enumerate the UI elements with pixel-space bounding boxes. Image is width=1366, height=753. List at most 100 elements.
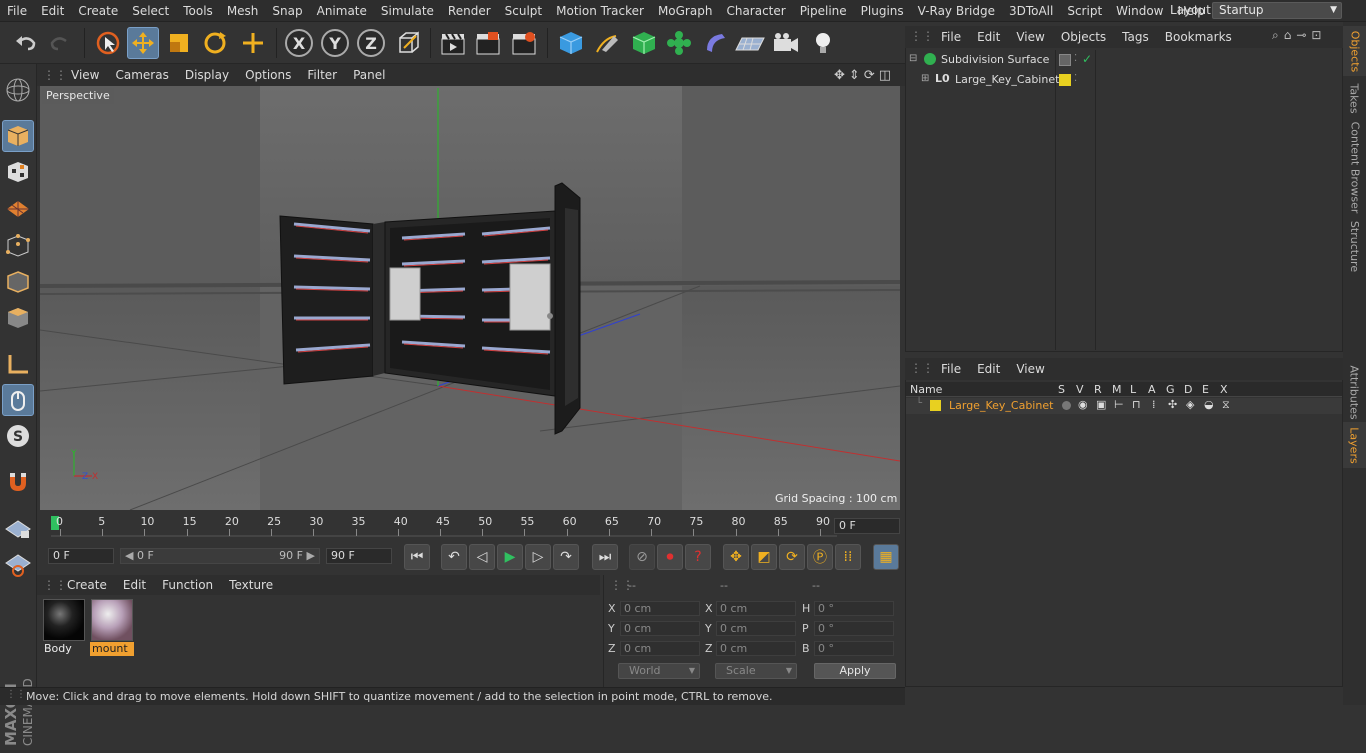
animation-icon[interactable]: ⁞ bbox=[1152, 398, 1156, 411]
go-to-start-button[interactable]: ⏮ bbox=[404, 544, 430, 570]
make-editable-button[interactable] bbox=[2, 74, 34, 106]
menu-pipeline[interactable]: Pipeline bbox=[793, 0, 854, 22]
material-menu-function[interactable]: Function bbox=[154, 578, 221, 592]
scale-tool-button[interactable] bbox=[163, 27, 195, 59]
new-window-icon[interactable]: ⊡ bbox=[1311, 28, 1321, 43]
layer-column-x[interactable]: X bbox=[1220, 382, 1228, 397]
enable-snap-button[interactable] bbox=[2, 466, 34, 498]
coord-input-field[interactable]: 0 cm bbox=[716, 621, 796, 636]
workplane-mode-button[interactable] bbox=[2, 192, 34, 224]
menu-render[interactable]: Render bbox=[441, 0, 498, 22]
material-menu-edit[interactable]: Edit bbox=[115, 578, 154, 592]
cloner-button[interactable] bbox=[663, 27, 695, 59]
maximize-icon[interactable]: ◫ bbox=[879, 68, 891, 83]
layer-menu-file[interactable]: File bbox=[933, 362, 969, 376]
object-menu-tags[interactable]: Tags bbox=[1114, 30, 1157, 44]
coord-input-field[interactable]: 0 ° bbox=[814, 621, 894, 636]
rotate-tool-button[interactable] bbox=[199, 27, 231, 59]
layer-column-name[interactable]: Name bbox=[910, 382, 942, 397]
layer-column-l[interactable]: L bbox=[1130, 382, 1136, 397]
layer-column-g[interactable]: G bbox=[1166, 382, 1175, 397]
tab-structure[interactable]: Structure bbox=[1343, 218, 1366, 274]
texture-mode-button[interactable] bbox=[2, 156, 34, 188]
material-menu-create[interactable]: Create bbox=[59, 578, 115, 592]
menu-character[interactable]: Character bbox=[719, 0, 792, 22]
layer-column-d[interactable]: D bbox=[1184, 382, 1192, 397]
undo-button[interactable] bbox=[10, 27, 42, 59]
camera-button[interactable] bbox=[770, 27, 802, 59]
expressions-icon[interactable]: ◒ bbox=[1204, 398, 1214, 411]
start-frame-field[interactable]: 0 F bbox=[48, 548, 114, 564]
layer-color-swatch[interactable] bbox=[1059, 74, 1071, 86]
tab-takes[interactable]: Takes bbox=[1343, 80, 1366, 116]
layer-menu-edit[interactable]: Edit bbox=[969, 362, 1008, 376]
menu-3dtoall[interactable]: 3DToAll bbox=[1002, 0, 1060, 22]
pan-icon[interactable]: ✥ bbox=[834, 68, 845, 83]
menu-script[interactable]: Script bbox=[1060, 0, 1109, 22]
previous-key-button[interactable]: ↶ bbox=[441, 544, 467, 570]
render-view-button[interactable] bbox=[437, 27, 469, 59]
axis-mode-button[interactable] bbox=[2, 348, 34, 380]
viewport-menu-view[interactable]: View bbox=[63, 68, 107, 82]
spline-pen-button[interactable] bbox=[591, 27, 623, 59]
expand-icon[interactable]: ⊞ bbox=[921, 73, 929, 84]
coord-input-field[interactable]: 0 cm bbox=[620, 601, 700, 616]
planar-workplane-button[interactable] bbox=[2, 548, 34, 580]
menu-sculpt[interactable]: Sculpt bbox=[498, 0, 549, 22]
xref-icon[interactable]: ⧖ bbox=[1222, 398, 1230, 412]
play-button[interactable]: ▶ bbox=[497, 544, 523, 570]
layer-color-swatch[interactable] bbox=[930, 400, 941, 411]
menu-v-ray-bridge[interactable]: V-Ray Bridge bbox=[911, 0, 1002, 22]
layer-column-r[interactable]: R bbox=[1094, 382, 1102, 397]
coord-input-field[interactable]: 0 ° bbox=[814, 601, 894, 616]
recent-tool-button[interactable] bbox=[237, 27, 269, 59]
render-settings-button[interactable] bbox=[508, 27, 540, 59]
viewport-menu-options[interactable]: Options bbox=[237, 68, 299, 82]
lock-icon[interactable]: ⊓ bbox=[1132, 398, 1141, 411]
menu-simulate[interactable]: Simulate bbox=[374, 0, 441, 22]
cube-object-button[interactable] bbox=[555, 27, 587, 59]
render-to-picture-viewer-button[interactable] bbox=[472, 27, 504, 59]
viewport-menu-display[interactable]: Display bbox=[177, 68, 237, 82]
search-icon[interactable]: ⌕ bbox=[1272, 28, 1279, 43]
home-icon[interactable]: ⌂ bbox=[1284, 28, 1292, 43]
coord-input-field[interactable]: 0 cm bbox=[716, 601, 796, 616]
record-keys-button[interactable]: ⊘ bbox=[629, 544, 655, 570]
layer-column-a[interactable]: A bbox=[1148, 382, 1156, 397]
manager-icon[interactable]: ⊢ bbox=[1114, 398, 1124, 411]
tree-item-subdivision-surface[interactable]: ⊟ Subdivision Surface bbox=[908, 52, 1055, 69]
light-button[interactable] bbox=[807, 27, 839, 59]
perspective-viewport[interactable]: Y X Z bbox=[40, 86, 900, 510]
redo-button[interactable] bbox=[44, 27, 76, 59]
tab-layers[interactable]: Layers bbox=[1343, 422, 1366, 468]
menu-window[interactable]: Window bbox=[1109, 0, 1170, 22]
material-menu-texture[interactable]: Texture bbox=[221, 578, 281, 592]
z-axis-lock-button[interactable]: Z bbox=[357, 29, 385, 57]
end-frame-field[interactable]: 90 F bbox=[326, 548, 392, 564]
layer-row[interactable]: └ Large_Key_Cabinet ◉ ▣ ⊢ ⊓ ⁞ ✣ ◈ ◒ ⧖ bbox=[906, 398, 1342, 414]
back-icon[interactable]: ⊸ bbox=[1296, 28, 1306, 43]
object-menu-edit[interactable]: Edit bbox=[969, 30, 1008, 44]
go-to-end-button[interactable]: ⏭ bbox=[592, 544, 618, 570]
timeline-ruler[interactable]: 0 5 10 15 20 25 30 35 40 45 50 55 60 65 70 75 80 85 90 bbox=[37, 512, 905, 542]
key-parameter-button[interactable]: Ⓟ bbox=[807, 544, 833, 570]
object-menu-file[interactable]: File bbox=[933, 30, 969, 44]
menu-motion-tracker[interactable]: Motion Tracker bbox=[549, 0, 651, 22]
move-tool-button[interactable] bbox=[127, 27, 159, 59]
edges-mode-button[interactable] bbox=[2, 266, 34, 298]
points-mode-button[interactable] bbox=[2, 230, 34, 262]
current-frame-field[interactable]: 0 F bbox=[834, 518, 900, 534]
coord-input-field[interactable]: 0 cm bbox=[620, 641, 700, 656]
menu-mesh[interactable]: Mesh bbox=[220, 0, 266, 22]
viewport-menu-panel[interactable]: Panel bbox=[345, 68, 393, 82]
visibility-dots-icon[interactable]: ⁚ bbox=[1074, 53, 1077, 64]
preview-range-slider[interactable]: ◀ 0 F 90 F ▶ bbox=[120, 548, 320, 564]
key-scale-button[interactable]: ◩ bbox=[751, 544, 777, 570]
coord-input-field[interactable]: 0 ° bbox=[814, 641, 894, 656]
clapboard-icon[interactable]: ▣ bbox=[1096, 398, 1106, 411]
menu-animate[interactable]: Animate bbox=[310, 0, 374, 22]
collapse-icon[interactable]: ⊟ bbox=[909, 53, 917, 64]
x-axis-lock-button[interactable]: X bbox=[285, 29, 313, 57]
menu-plugins[interactable]: Plugins bbox=[854, 0, 911, 22]
deformers-icon[interactable]: ◈ bbox=[1186, 398, 1194, 411]
